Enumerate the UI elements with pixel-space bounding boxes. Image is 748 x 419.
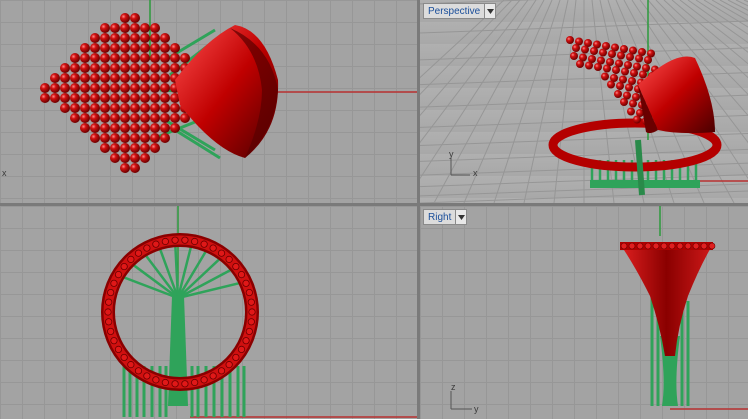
axis-label-x: x xyxy=(473,168,478,178)
sphere-lattice xyxy=(40,13,190,173)
viewport-title-tab[interactable]: Perspective xyxy=(423,3,497,19)
front-view-scene xyxy=(101,206,417,418)
viewport-perspective[interactable]: Perspective y x xyxy=(420,0,748,203)
right-view-scene xyxy=(450,206,748,410)
axis-label-y: y xyxy=(449,149,454,159)
viewport-title[interactable]: Right xyxy=(428,212,455,223)
perspective-grid xyxy=(420,0,748,203)
axis-label-y: y xyxy=(474,404,479,414)
top-view-scene xyxy=(40,0,417,173)
viewport-title-tab[interactable]: Right xyxy=(423,209,468,225)
axis-label-z: z xyxy=(451,382,456,392)
shield-shell xyxy=(620,244,713,356)
viewport-top[interactable]: x xyxy=(0,0,417,203)
chevron-down-icon[interactable] xyxy=(484,4,496,18)
viewport-title[interactable]: Perspective xyxy=(428,6,484,17)
viewport-right[interactable]: Right z y xyxy=(420,206,748,419)
chevron-down-icon[interactable] xyxy=(455,210,467,224)
viewport-front[interactable] xyxy=(0,206,417,419)
axis-gizmo xyxy=(450,391,472,410)
axis-label-x: x xyxy=(2,168,7,178)
